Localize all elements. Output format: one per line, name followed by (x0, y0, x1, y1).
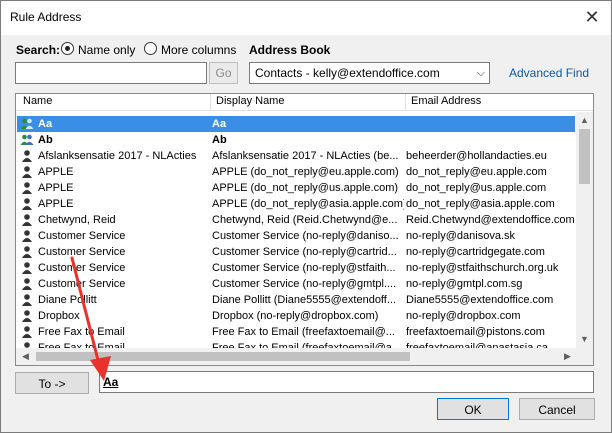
annotation-arrow-icon (70, 256, 111, 381)
